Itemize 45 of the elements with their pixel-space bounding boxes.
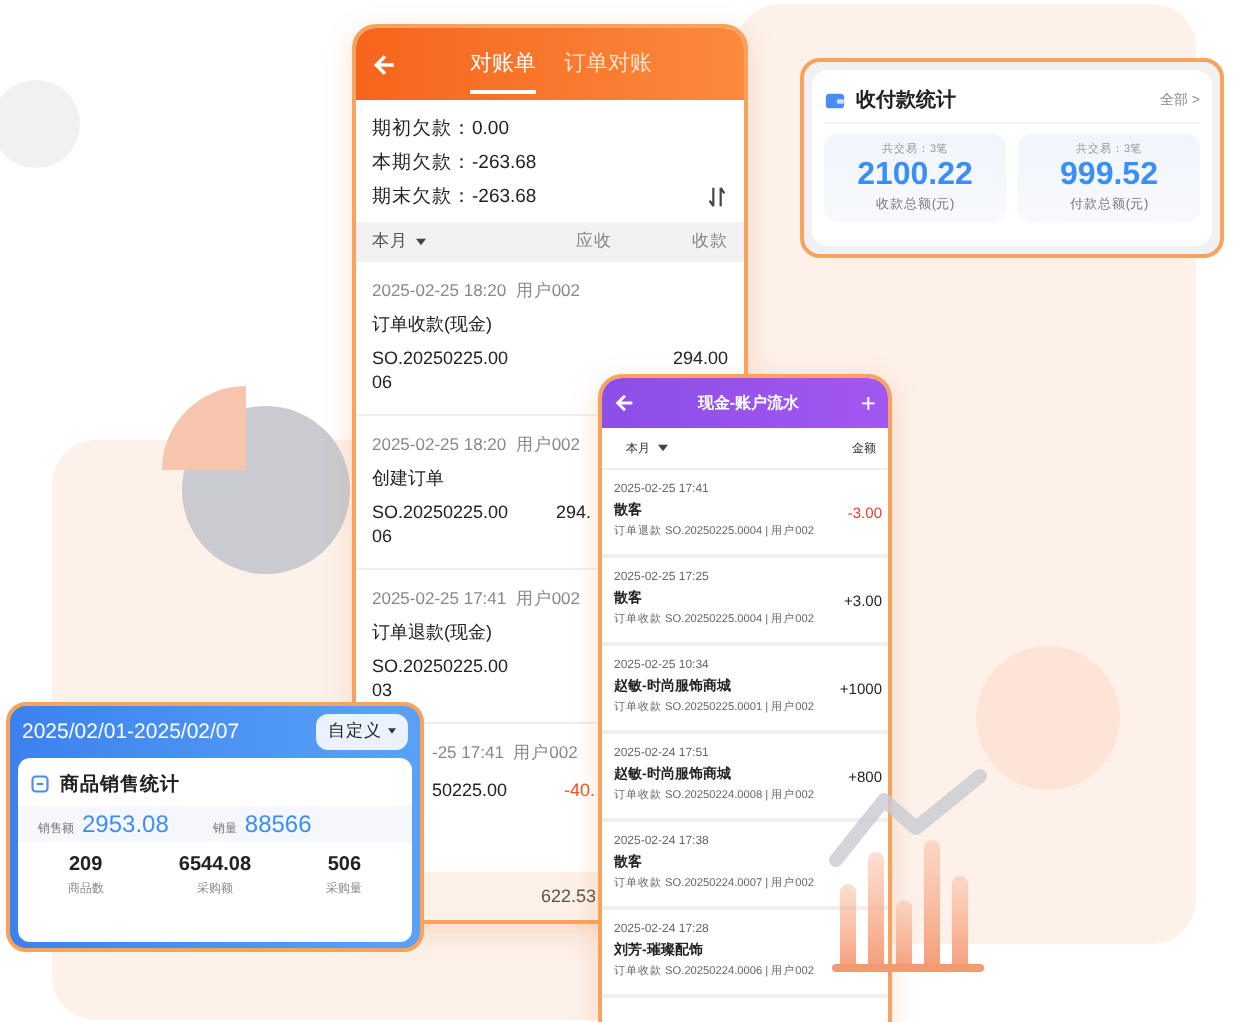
entry-title: 订单退款(现金) — [372, 620, 492, 646]
stat-value: 506 — [327, 854, 362, 876]
total-amount: 622.53 — [540, 886, 596, 906]
stat-value: 6544.08 — [178, 854, 252, 876]
metric-value: 2953.08 — [82, 810, 169, 838]
receivable-amount: -40. — [564, 779, 596, 799]
caret-icon[interactable] — [416, 237, 426, 246]
entry-time: 2025-02-25 18:20 用户002 — [372, 280, 581, 304]
entry-time: 2025-02-25 17:41 用户002 — [372, 588, 581, 612]
order-number: SO.20250225.00 — [372, 347, 511, 367]
back-icon[interactable] — [372, 51, 398, 77]
entry-title: 订单收款(现金) — [372, 312, 492, 338]
entry-title: 创建订单 — [372, 466, 444, 492]
order-number: 50225.00 — [432, 779, 510, 799]
summary-line: 本期欠款：-263.68 — [372, 150, 537, 176]
order-number: SO.20250225.00 — [372, 501, 511, 521]
order-number: 06 — [372, 372, 393, 396]
caret-icon — [388, 728, 396, 735]
received-amount: 294.00 — [672, 347, 728, 367]
column-header: 收款 — [692, 230, 728, 254]
wallet-icon — [824, 89, 846, 111]
report-icon — [30, 774, 50, 794]
metric-value: 88566 — [244, 810, 312, 838]
tile-value: 2100.22 — [857, 156, 973, 196]
order-number: 03 — [372, 680, 393, 704]
sort-icon[interactable] — [706, 186, 728, 208]
entry-time: -25 17:41 用户002 — [432, 742, 578, 766]
entry-time: 2025-02-25 18:20 用户002 — [372, 434, 581, 458]
receivable-amount: 294. — [556, 501, 592, 521]
order-number: 06 — [372, 526, 393, 550]
card-title: 收付款统计 — [856, 87, 958, 114]
stat-value: 209 — [68, 854, 103, 876]
period-filter[interactable]: 本月 — [372, 230, 408, 250]
date-range: 2025/02/01-2025/02/07 — [22, 720, 240, 744]
order-number: SO.20250225.00 — [372, 655, 511, 675]
screen-title: 现金-账户流水 — [695, 392, 802, 414]
tile-value: 999.52 — [1060, 156, 1158, 196]
summary-line: 期末欠款：-263.68 — [372, 184, 537, 210]
caret-icon[interactable] — [658, 444, 668, 452]
card-title: 商品销售统计 — [60, 771, 180, 797]
custom-range-button[interactable]: 自定义 — [316, 714, 408, 750]
summary-line: 期初欠款：0.00 — [372, 116, 509, 142]
column-header: 应收 — [576, 230, 612, 254]
back-icon[interactable] — [614, 392, 636, 414]
add-button[interactable]: + — [860, 391, 876, 415]
